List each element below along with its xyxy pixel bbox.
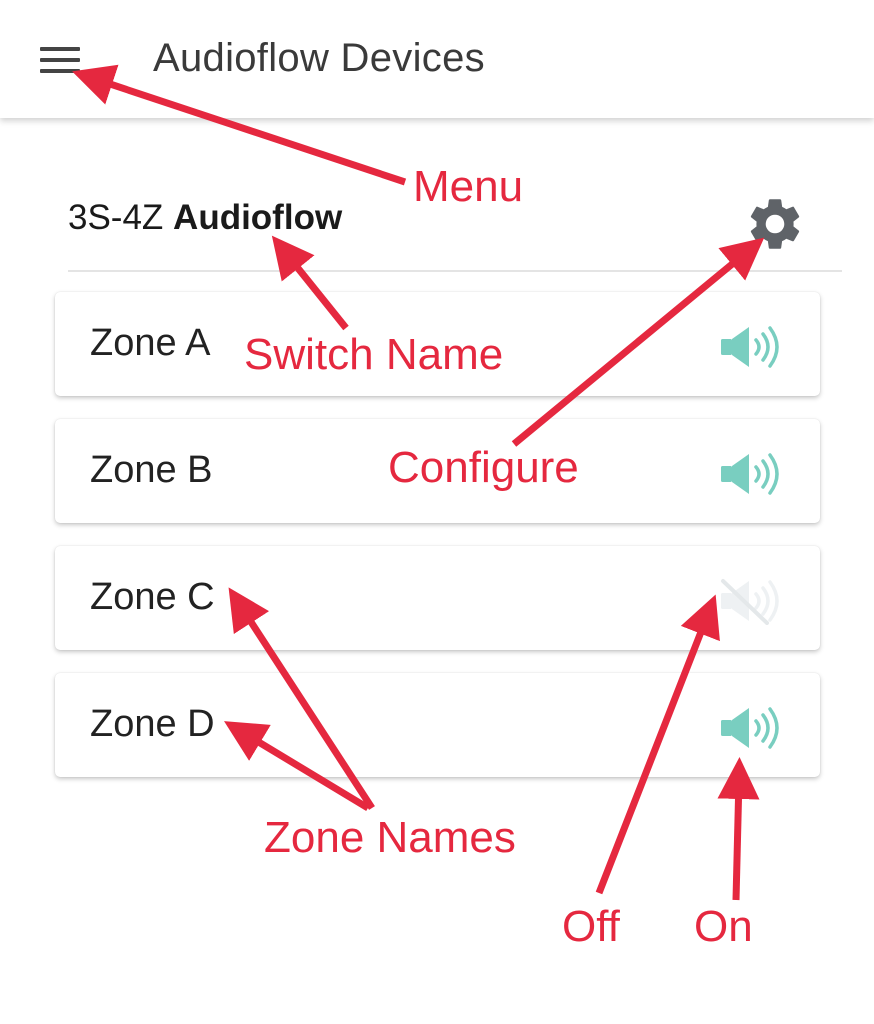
menu-button[interactable] xyxy=(30,36,90,84)
annotation-switch-name-label: Switch Name xyxy=(244,330,504,379)
zone-name: Zone D xyxy=(90,703,215,745)
speaker-on-icon xyxy=(721,707,779,749)
annotation-on-label: On xyxy=(694,902,753,951)
zone-name: Zone B xyxy=(90,449,213,491)
zone-card-c[interactable]: Zone C xyxy=(55,546,820,650)
speaker-off-icon xyxy=(721,579,779,625)
zone-toggle-button[interactable] xyxy=(715,320,787,374)
zone-name: Zone C xyxy=(90,576,215,618)
annotation-menu-label: Menu xyxy=(413,162,524,211)
zone-name: Zone A xyxy=(90,322,211,364)
speaker-on-icon xyxy=(721,453,779,495)
annotation-off-label: Off xyxy=(562,902,620,951)
zone-toggle-button[interactable] xyxy=(715,447,787,501)
switch-name: 3S-4Z Audioflow xyxy=(68,198,342,238)
annotation-zone-names-label: Zone Names xyxy=(264,813,516,862)
switch-model: 3S-4Z xyxy=(68,198,164,237)
hamburger-menu-icon xyxy=(40,47,80,73)
annotation-configure-label: Configure xyxy=(388,443,579,492)
gear-icon xyxy=(750,199,800,249)
app-bar: Audioflow Devices xyxy=(0,0,874,118)
zone-toggle-button[interactable] xyxy=(715,574,787,628)
configure-button[interactable] xyxy=(740,189,810,259)
speaker-on-icon xyxy=(721,326,779,368)
zone-card-d[interactable]: Zone D xyxy=(55,673,820,777)
zone-toggle-button[interactable] xyxy=(715,701,787,755)
switch-brand: Audioflow xyxy=(173,198,343,237)
page: Audioflow Devices 3S-4Z Audioflow Zone A xyxy=(0,0,874,1024)
app-title: Audioflow Devices xyxy=(153,36,485,80)
